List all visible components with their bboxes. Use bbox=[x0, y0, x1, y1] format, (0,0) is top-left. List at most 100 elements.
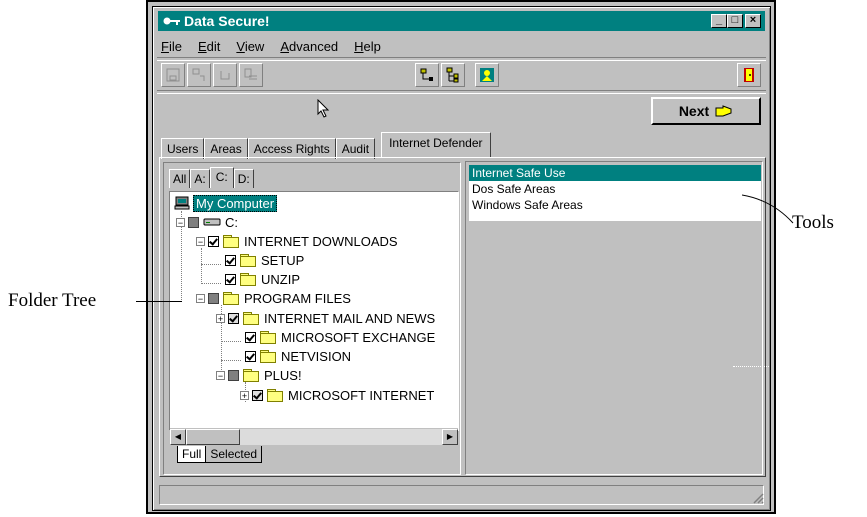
tree-line bbox=[221, 360, 241, 361]
mouse-pointer-icon bbox=[317, 99, 330, 118]
folder-icon bbox=[240, 254, 256, 267]
collapse-icon[interactable]: − bbox=[216, 370, 225, 380]
tree-root[interactable]: My Computer bbox=[174, 194, 278, 212]
tree-node[interactable]: + MICROSOFT INTERNET bbox=[240, 387, 434, 403]
save-icon bbox=[166, 68, 180, 82]
tree-node[interactable]: − PROGRAM FILES bbox=[196, 290, 351, 306]
tree-node[interactable]: − INTERNET DOWNLOADS bbox=[196, 233, 398, 249]
pane-dotted-mark bbox=[733, 366, 769, 367]
user-icon bbox=[480, 68, 494, 82]
drive-tab-c[interactable]: C: bbox=[209, 167, 234, 188]
tree-line bbox=[201, 283, 221, 284]
resize-grip-icon[interactable] bbox=[752, 492, 764, 504]
view-tabs: Full Selected bbox=[177, 446, 263, 463]
next-button-label: Next bbox=[678, 103, 710, 119]
tree-node[interactable]: NETVISION bbox=[245, 348, 351, 364]
tree-node-label: UNZIP bbox=[261, 271, 300, 287]
tools-item-internet-safe-use[interactable]: Internet Safe Use bbox=[469, 165, 761, 181]
minimize-button[interactable]: _ bbox=[711, 14, 727, 28]
key-icon bbox=[163, 17, 180, 25]
tree-node[interactable]: − PLUS! bbox=[216, 367, 302, 383]
toolbar-exit-button[interactable] bbox=[737, 63, 761, 87]
collapse-icon[interactable]: − bbox=[176, 217, 185, 227]
app-window: Data Secure! _ □ × File Edit View Advanc… bbox=[152, 6, 771, 511]
toolbar-undo-button[interactable] bbox=[213, 63, 237, 87]
tree-node[interactable]: UNZIP bbox=[225, 271, 300, 287]
tab-access-rights[interactable]: Access Rights bbox=[247, 138, 336, 159]
collapse-icon[interactable]: − bbox=[196, 236, 205, 246]
tree-checkbox[interactable] bbox=[208, 235, 219, 247]
toolbar-copy-button[interactable] bbox=[239, 63, 263, 87]
exit-door-icon bbox=[744, 68, 754, 82]
callout-line-left bbox=[136, 301, 182, 302]
drive-icon bbox=[203, 218, 221, 226]
tools-item-windows-safe-areas[interactable]: Windows Safe Areas bbox=[469, 197, 761, 213]
toolbar-tree-expand-button[interactable] bbox=[441, 63, 465, 87]
status-bar bbox=[159, 485, 764, 505]
tree-checkbox[interactable] bbox=[252, 389, 263, 401]
menu-bar: File Edit View Advanced Help bbox=[161, 39, 397, 57]
tree-checkbox[interactable] bbox=[208, 292, 219, 304]
scroll-thumb[interactable] bbox=[186, 429, 240, 445]
scroll-right-button[interactable]: ▶ bbox=[442, 429, 458, 445]
tree-checkbox[interactable] bbox=[245, 331, 256, 343]
tree-line bbox=[201, 248, 202, 282]
tree-small-icon bbox=[420, 68, 433, 81]
folder-icon bbox=[260, 350, 276, 363]
expand-icon[interactable]: + bbox=[240, 390, 249, 400]
tree-node-label: INTERNET MAIL AND NEWS bbox=[264, 310, 436, 326]
next-button[interactable]: Next bbox=[651, 97, 761, 125]
tree-node-label: INTERNET DOWNLOADS bbox=[244, 233, 398, 249]
folder-icon bbox=[267, 389, 283, 402]
horizontal-scrollbar[interactable]: ◀ ▶ bbox=[170, 428, 458, 445]
close-button[interactable]: × bbox=[745, 14, 761, 28]
tree-node-label: PROGRAM FILES bbox=[244, 290, 351, 306]
tree-node[interactable]: MICROSOFT EXCHANGE bbox=[245, 329, 435, 345]
drive-tab-all[interactable]: All bbox=[169, 169, 191, 188]
title-bar[interactable]: Data Secure! _ □ × bbox=[158, 11, 765, 31]
callout-line-right bbox=[742, 194, 794, 224]
tree-node-label: MICROSOFT INTERNET bbox=[288, 387, 435, 403]
toolbar-save-button[interactable] bbox=[161, 63, 185, 87]
main-tabs: Users Areas Access Rights Audit Internet… bbox=[161, 132, 491, 159]
expand-icon[interactable]: + bbox=[216, 313, 225, 323]
folder-icon bbox=[223, 235, 239, 248]
tools-item-dos-safe-areas[interactable]: Dos Safe Areas bbox=[469, 181, 761, 197]
tree-node[interactable]: + INTERNET MAIL AND NEWS bbox=[216, 310, 435, 326]
tab-internet-defender[interactable]: Internet Defender bbox=[381, 132, 491, 157]
scroll-left-button[interactable]: ◀ bbox=[170, 429, 186, 445]
tree-checkbox[interactable] bbox=[225, 254, 236, 266]
tree-checkbox[interactable] bbox=[188, 216, 199, 228]
tree-node-drive-c[interactable]: − C: bbox=[176, 214, 238, 230]
menu-advanced[interactable]: Advanced bbox=[280, 39, 338, 57]
tab-areas[interactable]: Areas bbox=[204, 138, 248, 159]
folder-icon bbox=[223, 292, 239, 305]
tree-large-icon bbox=[446, 67, 459, 83]
collapse-icon[interactable]: − bbox=[196, 293, 205, 303]
tab-audit[interactable]: Audit bbox=[335, 138, 376, 159]
menu-edit[interactable]: Edit bbox=[198, 39, 220, 57]
menu-file[interactable]: File bbox=[161, 39, 182, 57]
menu-view[interactable]: View bbox=[236, 39, 264, 57]
tree-checkbox[interactable] bbox=[245, 350, 256, 362]
toolbar-user-button[interactable] bbox=[475, 63, 499, 87]
toolbar-move-button[interactable] bbox=[187, 63, 211, 87]
drive-tabs: All A: C: D: bbox=[169, 167, 254, 189]
tree-root-label: My Computer bbox=[193, 194, 278, 212]
view-tab-full[interactable]: Full bbox=[177, 446, 207, 463]
tree-checkbox[interactable] bbox=[228, 312, 239, 324]
view-tab-selected[interactable]: Selected bbox=[206, 446, 263, 463]
toolbar-tree-collapse-button[interactable] bbox=[415, 63, 439, 87]
drive-tab-d[interactable]: D: bbox=[233, 169, 254, 188]
drive-tab-a[interactable]: A: bbox=[190, 169, 210, 188]
move-icon bbox=[192, 68, 205, 81]
tree-checkbox[interactable] bbox=[228, 369, 239, 381]
tree-node-label: MICROSOFT EXCHANGE bbox=[281, 329, 436, 345]
folder-icon bbox=[240, 273, 256, 286]
tree-line bbox=[221, 341, 241, 342]
tab-users[interactable]: Users bbox=[161, 138, 205, 159]
menu-help[interactable]: Help bbox=[354, 39, 381, 57]
tree-node[interactable]: SETUP bbox=[225, 252, 304, 268]
maximize-button[interactable]: □ bbox=[727, 14, 743, 28]
tree-checkbox[interactable] bbox=[225, 273, 236, 285]
